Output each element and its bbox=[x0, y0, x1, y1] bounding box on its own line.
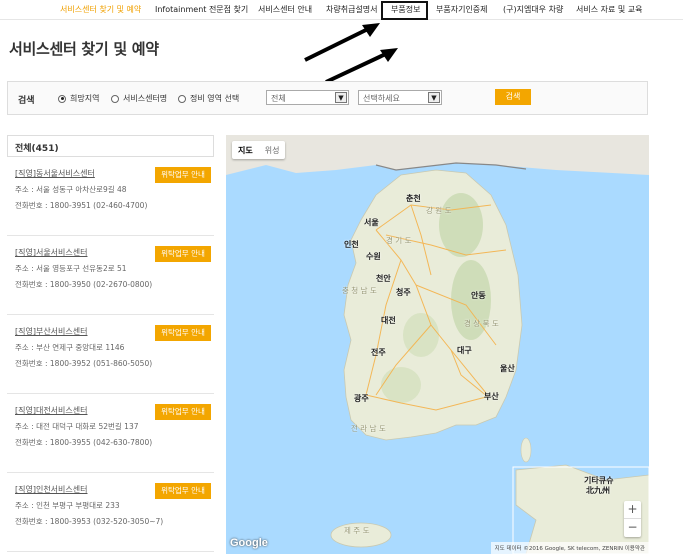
list-item: [직영]서울서비스센터 주소 : 서울 영등포구 선유동2로 51 전화번호 :… bbox=[7, 237, 214, 315]
page-title: 서비스센터 찾기 및 예약 bbox=[9, 40, 159, 58]
consignment-info-button[interactable]: 위탁업무 안내 bbox=[155, 483, 211, 499]
list-item: [직영]부산서비스센터 주소 : 부산 연제구 중앙대로 1146 전화번호 :… bbox=[7, 316, 214, 394]
nav-item-parts-cert[interactable]: 부품자기인증제 bbox=[436, 4, 488, 15]
map-label: 춘천 bbox=[406, 194, 421, 203]
center-name-link[interactable]: [직영]부산서비스센터 bbox=[15, 326, 87, 337]
consignment-info-button[interactable]: 위탁업무 안내 bbox=[155, 325, 211, 341]
map-label: 제 주 도 bbox=[344, 526, 370, 535]
center-name-link[interactable]: [직영]대전서비스센터 bbox=[15, 405, 87, 416]
radio-dot bbox=[58, 94, 66, 103]
radio-region[interactable]: 희망지역 bbox=[58, 93, 99, 104]
center-phone: 전화번호 : 1800-3951 (02-460-4700) bbox=[15, 201, 148, 210]
map-label: 강 원 도 bbox=[426, 206, 452, 215]
zoom-in-button[interactable]: + bbox=[624, 501, 641, 519]
chevron-down-icon: ▼ bbox=[428, 92, 440, 103]
map-label: 천안 bbox=[376, 274, 391, 283]
chevron-down-icon: ▼ bbox=[335, 92, 347, 103]
map-label: 부산 bbox=[484, 392, 499, 401]
search-button[interactable]: 검색 bbox=[495, 89, 531, 105]
search-panel: 검색 희망지역 서비스센터명 정비 영역 선택 전체 ▼ 선택하세요 ▼ 검색 bbox=[7, 81, 648, 115]
radio-dot bbox=[111, 94, 119, 103]
radio-label: 서비스센터명 bbox=[123, 94, 168, 103]
center-phone: 전화번호 : 1800-3950 (02-2670-0800) bbox=[15, 280, 153, 289]
radio-dot bbox=[178, 94, 186, 103]
nav-item-manual[interactable]: 차량취급설명서 bbox=[326, 4, 378, 15]
center-name-link[interactable]: [직영]인천서비스센터 bbox=[15, 484, 87, 495]
list-item: [직영]대전서비스센터 주소 : 대전 대덕구 대화로 52번길 137 전화번… bbox=[7, 395, 214, 473]
center-name-link[interactable]: [직영]서울서비스센터 bbox=[15, 247, 87, 258]
region-select-value: 전체 bbox=[271, 94, 286, 103]
consignment-info-button[interactable]: 위탁업무 안내 bbox=[155, 246, 211, 262]
center-phone: 전화번호 : 1800-3953 (032-520-3050~7) bbox=[15, 517, 164, 526]
radio-center-name[interactable]: 서비스센터명 bbox=[111, 93, 167, 104]
map-view[interactable]: 지도 위성 춘천 강 원 도 서울 인천 경 기 도 수원 천안 충 청 남 도… bbox=[226, 135, 649, 554]
nav-item-infotainment[interactable]: Infotainment 전문점 찾기 bbox=[155, 4, 248, 15]
map-label: 광주 bbox=[354, 394, 369, 403]
nav-item-find-center[interactable]: 서비스센터 찾기 및 예약 bbox=[60, 4, 141, 15]
center-address: 주소 : 서울 성동구 아차산로9길 48 bbox=[15, 185, 127, 194]
radio-label: 정비 영역 선택 bbox=[190, 94, 240, 103]
radio-service-area[interactable]: 정비 영역 선택 bbox=[178, 93, 239, 104]
list-item: [직영]인천서비스센터 주소 : 인천 부평구 부평대로 233 전화번호 : … bbox=[7, 474, 214, 552]
zoom-control: + − bbox=[624, 501, 641, 537]
center-address: 주소 : 서울 영등포구 선유동2로 51 bbox=[15, 264, 127, 273]
map-type-satellite[interactable]: 위성 bbox=[259, 141, 286, 159]
center-phone: 전화번호 : 1800-3955 (042-630-7800) bbox=[15, 438, 153, 447]
map-attribution: 지도 데이터 ©2016 Google, SK telecom, ZENRIN … bbox=[490, 542, 649, 554]
center-address: 주소 : 인천 부평구 부평대로 233 bbox=[15, 501, 120, 510]
district-select-value: 선택하세요 bbox=[363, 94, 400, 103]
center-address: 주소 : 부산 연제구 중앙대로 1146 bbox=[15, 343, 125, 352]
map-label: 울산 bbox=[500, 364, 515, 373]
region-select[interactable]: 전체 ▼ bbox=[266, 90, 349, 105]
radio-label: 희망지역 bbox=[70, 94, 100, 103]
map-label: 인천 bbox=[344, 240, 359, 249]
district-select[interactable]: 선택하세요 ▼ bbox=[358, 90, 442, 105]
consignment-info-button[interactable]: 위탁업무 안내 bbox=[155, 167, 211, 183]
zoom-out-button[interactable]: − bbox=[624, 519, 641, 537]
map-type-map[interactable]: 지도 bbox=[232, 141, 259, 159]
nav-item-service-materials[interactable]: 서비스 자료 및 교육 bbox=[576, 4, 643, 15]
map-label: 경 상 북 도 bbox=[464, 319, 499, 328]
center-name-link[interactable]: [직영]동서울서비스센터 bbox=[15, 168, 95, 179]
map-label: 서울 bbox=[364, 218, 379, 227]
center-phone: 전화번호 : 1800-3952 (051-860-5050) bbox=[15, 359, 153, 368]
center-address: 주소 : 대전 대덕구 대화로 52번길 137 bbox=[15, 422, 139, 431]
map-label: 경 기 도 bbox=[386, 236, 412, 245]
search-label: 검색 bbox=[18, 96, 35, 106]
list-header: 전체(451) bbox=[7, 135, 214, 157]
google-logo: Google bbox=[230, 537, 268, 549]
map-label: 전 라 남 도 bbox=[351, 424, 386, 433]
map-label: 충 청 남 도 bbox=[342, 286, 377, 295]
map-label: 청주 bbox=[396, 288, 411, 297]
map-label: 전주 bbox=[371, 348, 386, 357]
nav-item-center-guide[interactable]: 서비스센터 안내 bbox=[258, 4, 312, 15]
map-label: 대구 bbox=[457, 346, 472, 355]
map-label: 안동 bbox=[471, 291, 486, 300]
consignment-info-button[interactable]: 위탁업무 안내 bbox=[155, 404, 211, 420]
map-type-toggle: 지도 위성 bbox=[232, 141, 286, 159]
map-label: 대전 bbox=[381, 316, 396, 325]
annotation-arrows bbox=[304, 23, 398, 84]
nav-item-old-gmdaewoo[interactable]: (구)지엠대우 차량 bbox=[503, 4, 563, 15]
map-label: 수원 bbox=[366, 252, 381, 261]
list-item: [직영]동서울서비스센터 주소 : 서울 성동구 아차산로9길 48 전화번호 … bbox=[7, 158, 214, 236]
map-label: 北九州 bbox=[586, 486, 610, 495]
